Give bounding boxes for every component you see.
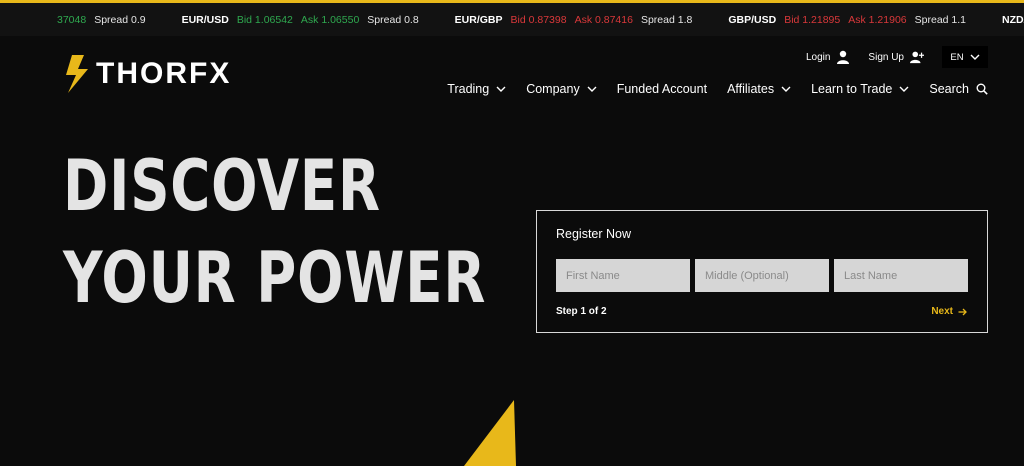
name-fields <box>556 259 968 292</box>
nav-affiliates[interactable]: Affiliates <box>727 82 791 96</box>
chevron-down-icon <box>496 86 506 92</box>
ticker-pair: EUR/USD <box>181 13 229 26</box>
decorative-triangle <box>464 400 516 466</box>
signup-label: Sign Up <box>868 51 904 63</box>
next-label: Next <box>931 306 953 317</box>
first-name-input[interactable] <box>556 259 690 292</box>
ticker-ask: Ask 1.21906 <box>848 13 907 26</box>
register-title: Register Now <box>556 227 632 241</box>
arrow-right-icon <box>958 308 967 315</box>
nav-label: Funded Account <box>616 82 708 96</box>
main-nav: Trading Company Funded Account Affiliate… <box>447 82 988 96</box>
user-icon <box>837 50 850 64</box>
ticker-item: 37048 Spread 0.9 <box>0 14 164 26</box>
nav-label: Search <box>929 82 969 96</box>
login-link[interactable]: Login <box>806 50 850 64</box>
ticker-spread: Spread 1.8 <box>640 13 693 26</box>
ticker-item: NZD/ <box>984 14 1024 26</box>
ticker-spread: Spread 1.1 <box>914 13 967 26</box>
nav-search[interactable]: Search <box>929 82 988 96</box>
ticker-pair: EUR/GBP <box>454 13 503 26</box>
language-select[interactable]: EN <box>942 46 988 68</box>
chevron-down-icon <box>587 86 597 92</box>
next-button[interactable]: Next <box>931 306 967 317</box>
ticker-item: GBP/USD Bid 1.21895 Ask 1.21906 Spread 1… <box>710 14 984 26</box>
hero-line-1: DISCOVER <box>63 145 381 227</box>
user-plus-icon <box>910 51 924 64</box>
nav-label: Company <box>526 82 580 96</box>
register-form: Register Now Step 1 of 2 Next <box>536 210 988 333</box>
ticker-spread: Spread 0.9 <box>94 13 146 26</box>
nav-learn-to-trade[interactable]: Learn to Trade <box>811 82 909 96</box>
ticker-bid: Bid 1.06542 <box>236 13 293 26</box>
ticker-bid: Bid 1.21895 <box>784 13 841 26</box>
nav-trading[interactable]: Trading <box>447 82 506 96</box>
chevron-down-icon <box>899 86 909 92</box>
nav-company[interactable]: Company <box>526 82 597 96</box>
ticker-item: EUR/USD Bid 1.06542 Ask 1.06550 Spread 0… <box>164 14 437 26</box>
thorfx-logo[interactable]: THORFX <box>64 54 231 94</box>
nav-label: Learn to Trade <box>811 82 893 96</box>
nav-label: Affiliates <box>727 82 775 96</box>
signup-link[interactable]: Sign Up <box>868 50 924 64</box>
hero-line-2: YOUR POWER <box>63 237 487 319</box>
ticker-item: EUR/GBP Bid 0.87398 Ask 0.87416 Spread 1… <box>437 14 711 26</box>
nav-funded-account[interactable]: Funded Account <box>617 82 707 96</box>
language-value: EN <box>950 51 964 63</box>
ticker-ask: Ask 1.06550 <box>300 13 360 26</box>
search-icon <box>976 83 988 95</box>
chevron-down-icon <box>781 86 791 92</box>
price-ticker: 37048 Spread 0.9 EUR/USD Bid 1.06542 Ask… <box>0 0 1024 36</box>
login-label: Login <box>805 51 831 63</box>
logo-wordmark: THORFX <box>96 57 232 90</box>
middle-name-input[interactable] <box>695 259 829 292</box>
ticker-pair: NZD/ <box>1002 13 1024 26</box>
hero-heading: DISCOVER YOUR POWER <box>63 140 486 324</box>
ticker-spread: Spread 0.8 <box>367 13 419 26</box>
ticker-pair: GBP/USD <box>728 13 777 26</box>
step-indicator: Step 1 of 2 <box>556 306 607 317</box>
ticker-ask: 37048 <box>57 13 87 26</box>
chevron-down-icon <box>970 54 980 60</box>
ticker-ask: Ask 0.87416 <box>574 13 633 26</box>
last-name-input[interactable] <box>834 259 968 292</box>
account-links: Login Sign Up EN <box>806 46 988 68</box>
nav-label: Trading <box>447 82 490 96</box>
ticker-bid: Bid 0.87398 <box>510 13 567 26</box>
lightning-bolt-icon <box>66 55 88 93</box>
